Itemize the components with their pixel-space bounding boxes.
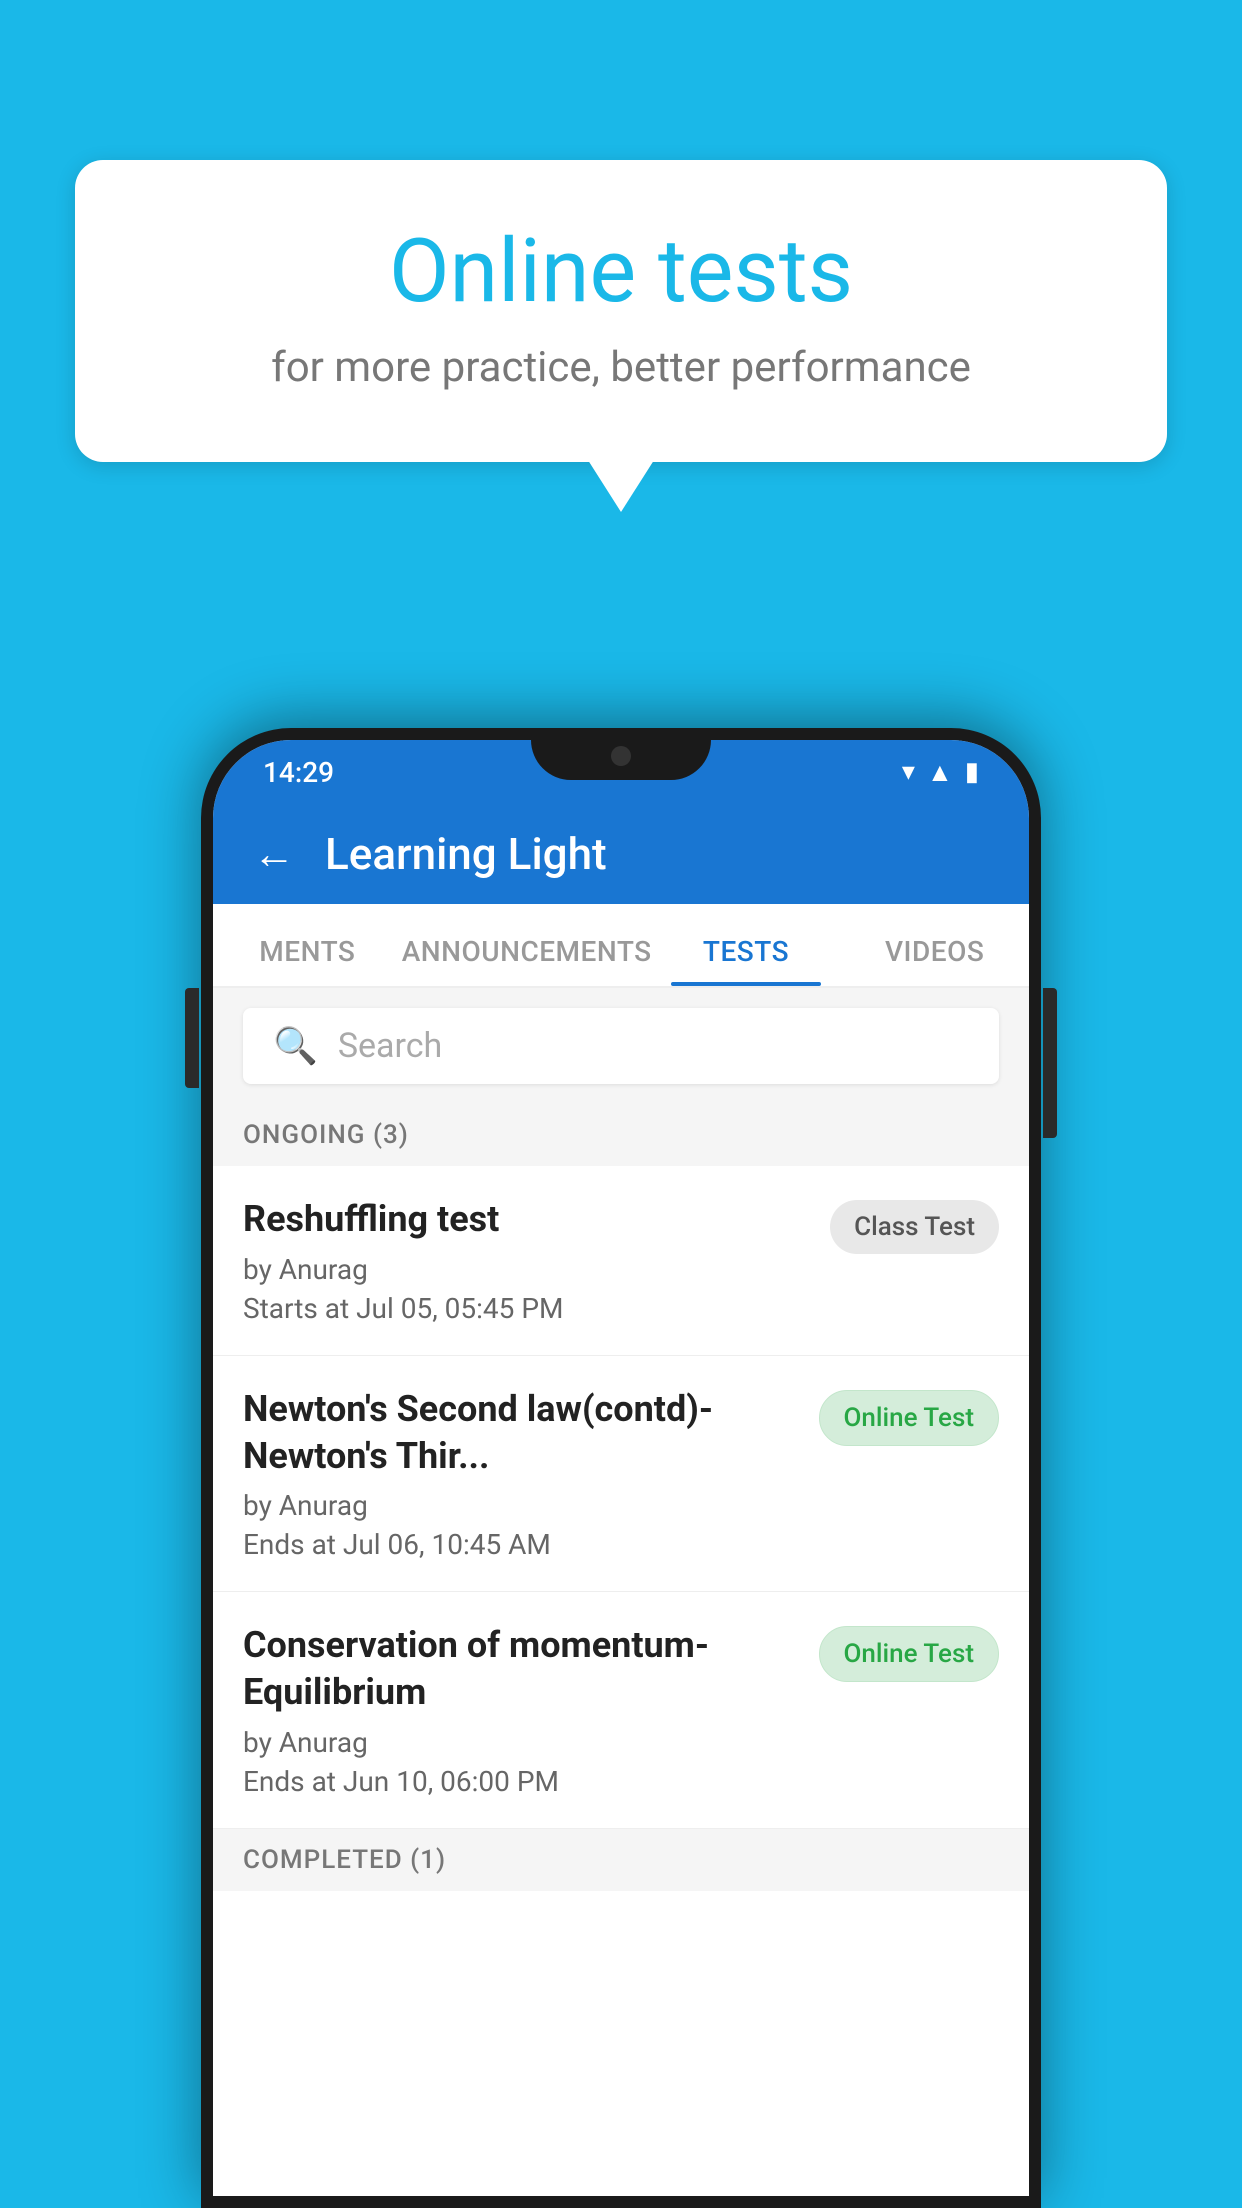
search-container: 🔍 Search: [213, 988, 1029, 1104]
test-badge: Online Test: [819, 1390, 1000, 1446]
test-badge: Class Test: [830, 1200, 999, 1254]
search-bar[interactable]: 🔍 Search: [243, 1008, 999, 1084]
test-list: Reshuffling test by Anurag Starts at Jul…: [213, 1166, 1029, 1829]
battery-icon: ▮: [965, 757, 979, 787]
test-info: Newton's Second law(contd)-Newton's Thir…: [243, 1386, 799, 1562]
promo-card: Online tests for more practice, better p…: [75, 160, 1167, 462]
test-author: by Anurag: [243, 1253, 810, 1286]
test-item[interactable]: Reshuffling test by Anurag Starts at Jul…: [213, 1166, 1029, 1356]
status-time: 14:29: [263, 756, 334, 789]
back-button[interactable]: ←: [253, 830, 295, 879]
phone-outer: 14:29 ▾ ▲ ▮ ← Learning Light MENTS ANNOU…: [201, 728, 1041, 2208]
promo-title: Online tests: [155, 220, 1087, 323]
app-title: Learning Light: [325, 828, 607, 880]
tab-assignments[interactable]: MENTS: [213, 935, 402, 986]
tabs-bar: MENTS ANNOUNCEMENTS TESTS VIDEOS: [213, 904, 1029, 988]
notch: [531, 728, 711, 780]
test-date: Ends at Jun 10, 06:00 PM: [243, 1765, 799, 1798]
test-date: Starts at Jul 05, 05:45 PM: [243, 1292, 810, 1325]
status-icons: ▾ ▲ ▮: [902, 757, 979, 788]
completed-section-header: COMPLETED (1): [213, 1829, 1029, 1891]
test-item[interactable]: Newton's Second law(contd)-Newton's Thir…: [213, 1356, 1029, 1593]
test-name: Conservation of momentum-Equilibrium: [243, 1622, 799, 1716]
phone-screen: 14:29 ▾ ▲ ▮ ← Learning Light MENTS ANNOU…: [213, 740, 1029, 2196]
tab-tests[interactable]: TESTS: [652, 935, 841, 986]
test-name: Newton's Second law(contd)-Newton's Thir…: [243, 1386, 799, 1480]
test-date: Ends at Jul 06, 10:45 AM: [243, 1528, 799, 1561]
search-input[interactable]: Search: [338, 1026, 442, 1066]
promo-subtitle: for more practice, better performance: [155, 343, 1087, 392]
test-item[interactable]: Conservation of momentum-Equilibrium by …: [213, 1592, 1029, 1829]
camera-dot: [611, 746, 631, 766]
test-author: by Anurag: [243, 1726, 799, 1759]
test-badge: Online Test: [819, 1626, 1000, 1682]
search-icon: 🔍: [273, 1025, 318, 1067]
tab-announcements[interactable]: ANNOUNCEMENTS: [402, 935, 652, 986]
ongoing-section-header: ONGOING (3): [213, 1104, 1029, 1166]
tab-videos[interactable]: VIDEOS: [840, 935, 1029, 986]
test-name: Reshuffling test: [243, 1196, 810, 1243]
test-info: Reshuffling test by Anurag Starts at Jul…: [243, 1196, 810, 1325]
signal-icon: ▲: [927, 757, 953, 788]
phone-frame: 14:29 ▾ ▲ ▮ ← Learning Light MENTS ANNOU…: [201, 728, 1041, 2208]
app-bar: ← Learning Light: [213, 804, 1029, 904]
wifi-icon: ▾: [902, 757, 915, 787]
test-author: by Anurag: [243, 1489, 799, 1522]
test-info: Conservation of momentum-Equilibrium by …: [243, 1622, 799, 1798]
